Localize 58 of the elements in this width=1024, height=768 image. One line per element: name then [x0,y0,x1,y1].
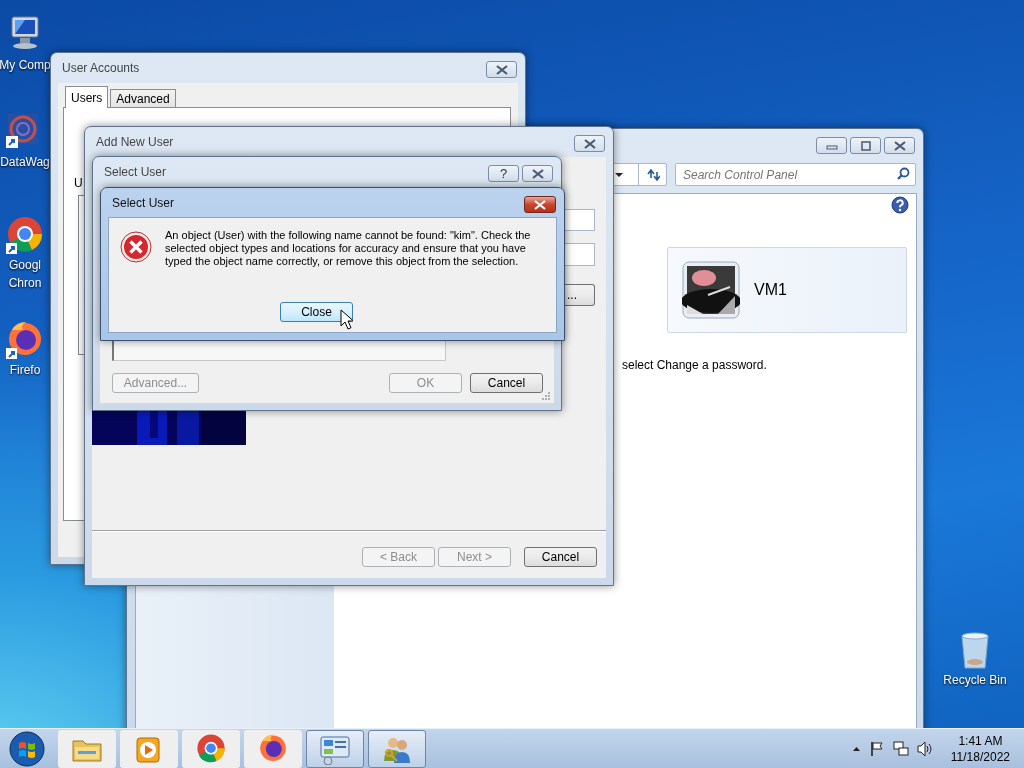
maximize-icon [859,140,872,151]
account-card[interactable]: VM1 [667,247,907,333]
clock-time[interactable]: 1:41 AM [950,732,1010,749]
dropdown-icon[interactable] [614,171,624,178]
search-icon [896,167,910,181]
close-icon [582,138,597,149]
taskbar-button[interactable] [182,729,240,768]
window-title: Select User [112,195,175,212]
text-field[interactable] [564,209,595,231]
maximize-button[interactable] [850,137,881,154]
close-button[interactable] [486,61,517,78]
close-icon [892,140,907,151]
taskbar-button[interactable] [306,729,364,768]
icon-label: My Comp [0,58,51,73]
window-title: Add New User [96,134,174,151]
clock-date[interactable]: 11/18/2022 [950,748,1010,765]
network-icon[interactable] [892,740,909,757]
close-button[interactable] [524,196,556,213]
icon-label: Recycle Bin [943,673,1007,688]
error-message: An object (User) with the following name cannot be found: "kim". Check the selected object types and locations for accuracy and ensure that you have typed the object name correctly, or remove this object from the selection. [165,229,532,268]
icon-label: Firefo [9,363,41,378]
windows-logo-icon [9,730,45,767]
resize-grip-icon [542,392,550,400]
text-field[interactable] [564,243,595,266]
instruction-text: select Change a password. [622,357,767,374]
close-button[interactable] [522,165,553,182]
minimize-button[interactable] [816,137,847,154]
flag-icon[interactable] [868,740,885,757]
close-icon [494,64,509,75]
taskbar-button[interactable] [368,729,426,768]
close-button[interactable] [574,135,605,152]
show-hidden-icons-icon[interactable] [851,745,861,752]
wizard-button[interactable]: Cancel [524,547,597,567]
refresh-icon [645,168,660,181]
help-icon[interactable] [891,196,909,214]
window-title: User Accounts [62,60,140,77]
tab[interactable]: Users [65,86,109,108]
window-title: Select User [104,164,167,181]
dialog-button[interactable]: Cancel [470,373,543,393]
volume-icon[interactable] [916,740,933,757]
close-button[interactable] [884,137,915,154]
cursor-icon [340,309,353,330]
close-icon [530,168,545,179]
start-button[interactable] [6,729,48,768]
search-field[interactable]: Search Control Panel [675,163,916,186]
help-button[interactable]: ? [488,165,519,182]
icon-label: Chron [8,276,42,291]
icon-label: Googl [9,258,41,273]
chrome-icon [194,732,228,765]
browse-button[interactable]: ... [564,284,595,306]
close-button[interactable]: Close [280,302,353,322]
account-name: VM1 [754,280,787,300]
field-label: U [74,175,83,192]
icon-label: DataWag [0,155,50,170]
taskbar-button[interactable] [120,729,178,768]
close-icon [533,199,547,210]
taskbar-button[interactable] [244,729,302,768]
error-icon [120,231,152,263]
